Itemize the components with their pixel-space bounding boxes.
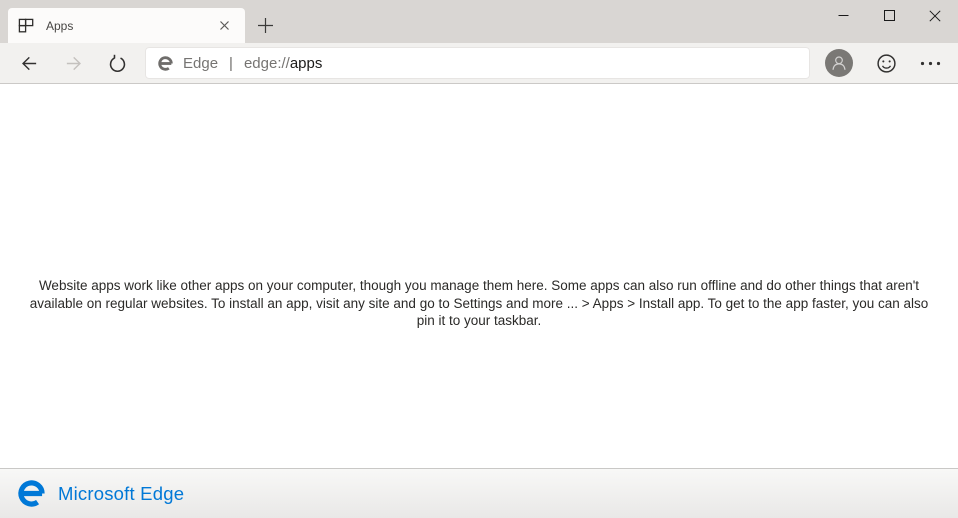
- minimize-button[interactable]: [820, 0, 866, 31]
- minimize-icon: [838, 10, 849, 21]
- apps-grid-icon: [18, 18, 34, 34]
- footer-bar: Microsoft Edge: [0, 468, 958, 518]
- edge-logo-icon: [16, 478, 47, 509]
- settings-more-button[interactable]: [908, 44, 952, 82]
- maximize-button[interactable]: [866, 0, 912, 31]
- site-name: Edge: [183, 55, 218, 72]
- forward-button[interactable]: [51, 44, 95, 82]
- navigation-toolbar: Edge | edge://apps: [0, 43, 958, 84]
- tab-bar: Apps: [0, 0, 958, 43]
- url-separator: |: [229, 55, 233, 72]
- maximize-icon: [884, 10, 895, 21]
- edge-logo-icon: [157, 55, 174, 72]
- window-controls: [820, 0, 958, 31]
- apps-description-text: Website apps work like other apps on you…: [23, 84, 935, 330]
- browser-window: Apps: [0, 0, 958, 518]
- close-icon: [929, 10, 941, 22]
- brand-text: Microsoft Edge: [58, 483, 184, 505]
- tab-title: Apps: [46, 19, 211, 33]
- profile-button[interactable]: [825, 49, 853, 77]
- tab-apps[interactable]: Apps: [8, 8, 245, 43]
- apps-page-content: Website apps work like other apps on you…: [0, 84, 958, 468]
- close-window-button[interactable]: [912, 0, 958, 31]
- address-bar[interactable]: Edge | edge://apps: [145, 47, 810, 79]
- arrow-left-icon: [20, 54, 39, 73]
- new-tab-button[interactable]: [248, 8, 282, 43]
- tab-close-icon[interactable]: [211, 13, 237, 39]
- back-button[interactable]: [7, 44, 51, 82]
- plus-icon: [257, 17, 274, 34]
- refresh-icon: [107, 53, 128, 74]
- smiley-icon: [876, 53, 897, 74]
- feedback-button[interactable]: [864, 44, 908, 82]
- url-host: apps: [290, 55, 323, 72]
- arrow-right-icon: [64, 54, 83, 73]
- person-icon: [825, 49, 853, 77]
- refresh-button[interactable]: [95, 44, 139, 82]
- url-scheme: edge://: [244, 55, 290, 72]
- ellipsis-icon: [920, 61, 941, 66]
